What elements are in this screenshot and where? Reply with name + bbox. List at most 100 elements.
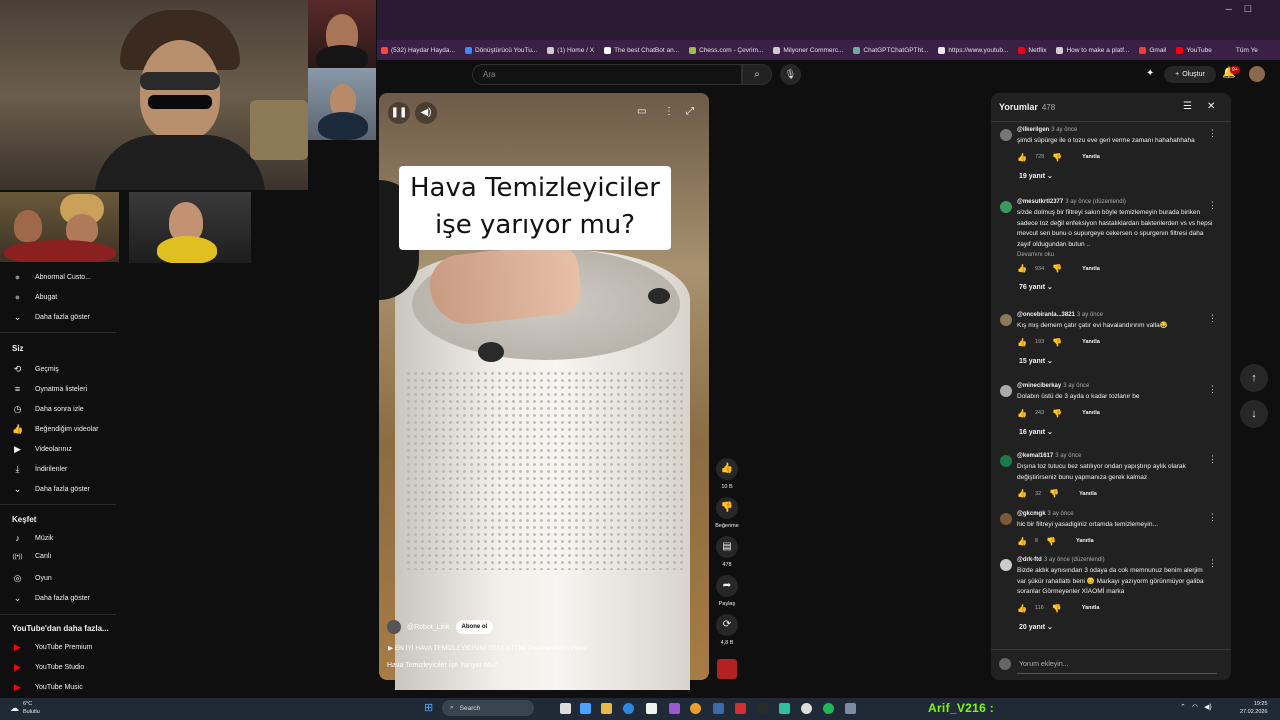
comment-author[interactable]: @mesutkrtl2377 — [1017, 199, 1063, 205]
taskbar-search[interactable]: ⌕ Search — [442, 700, 534, 716]
bookmark-item[interactable]: Gmail — [1139, 46, 1166, 54]
chevron-up-icon[interactable]: ⌃ — [1180, 703, 1186, 711]
app-icon[interactable] — [845, 703, 856, 714]
reply-button[interactable]: Yanıtla — [1076, 538, 1094, 544]
folder-icon[interactable] — [601, 703, 612, 714]
sidebar-item[interactable]: ≡ Oynatma listeleri — [12, 384, 87, 394]
comment-author[interactable]: @mineciberkay — [1017, 383, 1061, 389]
weather-widget[interactable]: ☁ 6°C Bulutlu — [10, 700, 40, 716]
sidebar-item[interactable]: ▶ YouTube Premium — [12, 642, 92, 653]
other-bookmarks[interactable]: Tüm Ye — [1236, 47, 1258, 54]
thumbs-up-icon[interactable]: 👍 — [1017, 604, 1027, 613]
captions-icon[interactable]: ▭ — [637, 106, 646, 117]
thumbs-up-icon[interactable]: 👍 — [1017, 153, 1027, 162]
avatar[interactable] — [1000, 559, 1012, 571]
volume-button[interactable]: ◀) — [415, 102, 437, 124]
replies-toggle[interactable]: 16 yanıt ⌄ — [1019, 428, 1225, 436]
replies-toggle[interactable]: 15 yanıt ⌄ — [1019, 357, 1225, 365]
comment-icon[interactable]: ▤ — [716, 536, 738, 558]
bookmark-item[interactable]: (1) Home / X — [547, 46, 594, 54]
more-icon[interactable]: ⋮ — [1208, 384, 1217, 395]
app-icon[interactable] — [580, 703, 591, 714]
bookmark-item[interactable]: Netflix — [1018, 46, 1046, 54]
create-button[interactable]: + Oluştur — [1164, 66, 1216, 83]
bookmark-item[interactable]: Milyoner Commerc... — [773, 46, 843, 54]
sort-icon[interactable]: ☰ — [1183, 101, 1192, 112]
thumbs-up-icon[interactable]: 👍 — [1017, 489, 1027, 498]
bookmark-item[interactable]: Dönüştürücü YouTu... — [464, 46, 537, 54]
sidebar-item[interactable]: ⌄ Daha fazla göster — [12, 593, 90, 604]
bookmark-item[interactable]: (532) Haydar Hayda... — [381, 46, 455, 54]
app-icon[interactable] — [713, 703, 724, 714]
edge-icon[interactable] — [623, 703, 634, 714]
avatar[interactable] — [1000, 129, 1012, 141]
reply-button[interactable]: Yanıtla — [1082, 339, 1100, 345]
sidebar-item[interactable]: ⌄ Daha fazla göster — [12, 312, 90, 323]
avatar[interactable] — [1000, 455, 1012, 467]
sidebar-item[interactable]: ((•)) Canlı — [12, 553, 51, 560]
fullscreen-icon[interactable]: ⤢ — [686, 106, 694, 117]
app-icon[interactable] — [779, 703, 790, 714]
avatar[interactable] — [1000, 314, 1012, 326]
comment-author[interactable]: @gkcmgk — [1017, 511, 1046, 517]
sidebar-item[interactable]: ◷ Daha sonra izle — [12, 404, 84, 415]
avatar[interactable] — [1249, 66, 1265, 82]
dislike-action[interactable]: 👎 Beğenme — [715, 497, 739, 529]
reply-button[interactable]: Yanıtla — [1082, 410, 1100, 416]
minimize-icon[interactable]: ─ — [1226, 4, 1232, 14]
thumbs-down-icon[interactable]: 👎 — [716, 497, 738, 519]
comment-input-row[interactable]: Yorum ekleyin... — [999, 658, 1223, 670]
pause-button[interactable]: ❚❚ — [388, 102, 410, 124]
thumbs-down-icon[interactable]: 👎 — [1046, 537, 1056, 546]
sidebar-heading[interactable]: Keşfet — [12, 515, 36, 524]
search-input[interactable]: Ara — [472, 64, 742, 85]
thumbs-down-icon[interactable]: 👎 — [1052, 604, 1062, 613]
thumbs-down-icon[interactable]: 👎 — [1052, 264, 1062, 273]
video-title[interactable]: Hava Temizleyiciler İşe Yarıyor Mu? — [387, 662, 497, 669]
volume-icon[interactable]: ◀) — [1204, 703, 1212, 711]
steam-icon[interactable] — [757, 703, 768, 714]
close-icon[interactable]: ✕ — [1207, 101, 1215, 112]
sidebar-item[interactable]: ◎ Oyun — [12, 573, 52, 584]
bookmark-item[interactable]: ChatGPTChatGPTht... — [853, 46, 928, 54]
sidebar-item[interactable]: ▶ YouTube Music — [12, 682, 83, 693]
more-icon[interactable]: ⋮ — [1208, 558, 1217, 569]
sidebar-item[interactable]: ● Abugat — [12, 292, 57, 302]
channel-avatar[interactable] — [387, 620, 401, 634]
reply-button[interactable]: Yanıtla — [1079, 491, 1097, 497]
reply-button[interactable]: Yanıtla — [1082, 266, 1100, 272]
next-video-button[interactable]: ↓ — [1240, 400, 1268, 428]
read-more-link[interactable]: Devamını oku — [1017, 252, 1225, 258]
sound-thumbnail[interactable] — [717, 659, 737, 679]
comment-author[interactable]: @ilkerilgen — [1017, 127, 1049, 133]
comments-action[interactable]: ▤ 478 — [716, 536, 738, 568]
subscribe-button[interactable]: Abone ol — [455, 620, 494, 634]
voice-search-button[interactable]: 🎙 — [780, 64, 801, 85]
replies-toggle[interactable]: 19 yanıt ⌄ — [1019, 172, 1225, 180]
replies-toggle[interactable]: 20 yanıt ⌄ — [1019, 623, 1225, 631]
task-view-icon[interactable] — [560, 703, 571, 714]
thumbs-up-icon[interactable]: 👍 — [1017, 537, 1027, 546]
more-icon[interactable]: ⋮ — [1208, 454, 1217, 465]
remix-icon[interactable]: ⟳ — [716, 614, 738, 636]
more-icon[interactable]: ⋮ — [1208, 200, 1217, 211]
replies-toggle[interactable]: 76 yanıt ⌄ — [1019, 283, 1225, 291]
bookmark-item[interactable]: https://www.youtub... — [938, 46, 1008, 54]
avatar[interactable] — [1000, 385, 1012, 397]
thumbs-down-icon[interactable]: 👎 — [1052, 153, 1062, 162]
more-icon[interactable]: ⋮ — [664, 106, 674, 117]
like-action[interactable]: 👍 10 B — [716, 458, 738, 490]
reply-button[interactable]: Yanıtla — [1082, 605, 1100, 611]
share-icon[interactable]: ➦ — [716, 575, 738, 597]
maximize-icon[interactable]: ☐ — [1244, 4, 1252, 15]
thumbs-up-icon[interactable]: 👍 — [1017, 264, 1027, 273]
more-icon[interactable]: ⋮ — [1208, 128, 1217, 139]
wifi-icon[interactable]: ◠ — [1192, 703, 1198, 711]
avatar[interactable] — [1000, 201, 1012, 213]
sidebar-item[interactable]: ▶ Videolarınız — [12, 444, 72, 455]
sidebar-item[interactable]: ⌄ Daha fazla göster — [12, 484, 90, 495]
thumbs-up-icon[interactable]: 👍 — [1017, 409, 1027, 418]
app-icon[interactable] — [735, 703, 746, 714]
thumbs-up-icon[interactable]: 👍 — [1017, 338, 1027, 347]
sidebar-heading[interactable]: YouTube'dan daha fazla... — [12, 624, 109, 633]
